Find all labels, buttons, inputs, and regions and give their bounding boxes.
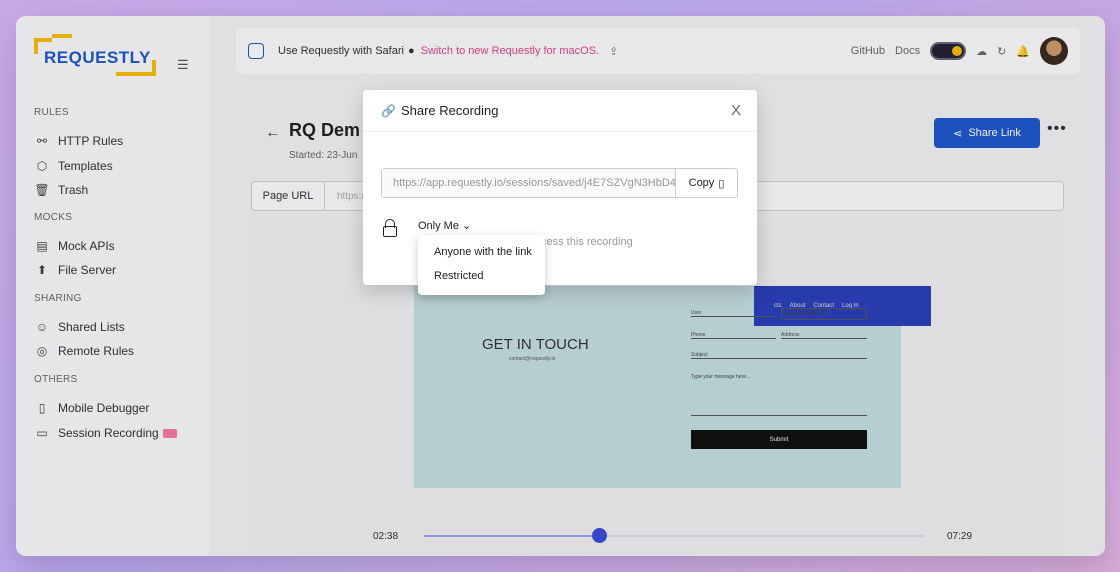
dropdown-option[interactable]: Restricted [418,264,545,288]
access-value: Only Me [418,220,459,232]
access-dropdown: Anyone with the link Restricted [418,235,545,295]
copy-icon: ▯ [718,177,725,190]
share-link-field: https://app.requestly.io/sessions/saved/… [381,168,738,198]
dropdown-option[interactable]: Anyone with the link [418,240,545,264]
link-icon: 🔗 [381,103,396,118]
close-icon[interactable]: X [731,102,741,119]
share-link-input[interactable]: https://app.requestly.io/sessions/saved/… [382,169,675,197]
chevron-down-icon: ⌄ [462,220,472,232]
modal-title: Share Recording [400,103,499,118]
modal-header: 🔗 Share Recording [363,90,757,132]
copy-label: Copy [688,177,715,189]
access-description: cess this recording [541,236,633,248]
lock-icon [383,219,397,237]
copy-button[interactable]: Copy ▯ [675,169,737,197]
access-select[interactable]: Only Me ⌄ [418,219,471,232]
